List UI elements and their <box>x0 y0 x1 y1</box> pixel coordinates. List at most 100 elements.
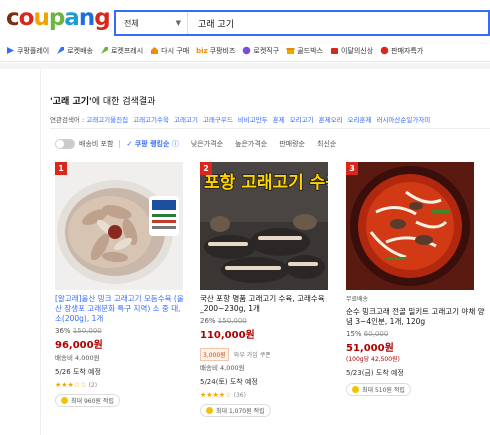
biz-icon: biz <box>196 46 208 55</box>
search-input[interactable]: 고래 고기 <box>188 17 234 30</box>
logo-letter: u <box>33 5 49 31</box>
product-card[interactable]: 1 [알고래]울산 밍크 고래고기 모듬수육 (울산 장생포 고래문화 특구 지… <box>55 162 187 408</box>
original-price: 60,000 <box>363 330 389 338</box>
related-link[interactable]: 훈제 <box>273 116 285 124</box>
sidebar-divider <box>40 69 41 435</box>
arrival-date: 5/23(금) 도착 예정 <box>346 369 404 377</box>
menu-item-seller-deal[interactable]: 판매자특가 <box>380 46 423 56</box>
sale-price: 51,000원 <box>346 343 394 354</box>
coupon-badge[interactable]: 3,000원 <box>200 348 229 361</box>
reward-badge: 최대 1,070원 적립 <box>200 404 271 417</box>
star-icons: ★★★★☆ <box>200 391 232 399</box>
divider <box>50 128 490 129</box>
related-searches: 연관검색어 : 고래고기울진집 고래고기수육 고래고기 고래구우드 비비고만두 훈제 오리고… <box>50 114 435 124</box>
menu-label: 골드박스 <box>297 46 323 55</box>
original-price: 150,000 <box>72 327 102 335</box>
sort-sales[interactable]: 판매량순 <box>279 139 305 149</box>
search-bar: 전체 ▼ 고래 고기 <box>114 10 490 36</box>
menu-item-global[interactable]: 로켓직구 <box>242 46 279 56</box>
menu-item-goldbox[interactable]: 골드박스 <box>286 46 323 56</box>
reward-label: 최대 1,070원 적립 <box>216 408 265 415</box>
product-title[interactable]: [알고래]울산 밍크 고래고기 모듬수육 (울산 장생포 고래문화 특구 지역)… <box>55 294 187 324</box>
coupang-logo[interactable]: coupang <box>6 5 111 31</box>
menu-label: 이달의신상 <box>340 46 374 55</box>
logo-letter: o <box>18 5 35 31</box>
menu-item-coupang-play[interactable]: 쿠팡플레이 <box>6 46 49 56</box>
whale-meat-plate-image <box>55 162 183 290</box>
results-query: '고래 고기' <box>50 97 92 107</box>
reward-label: 최대 960원 적립 <box>71 398 114 405</box>
logo-letter: a <box>64 5 80 31</box>
coupon-row: 3,000원 와우 가입 쿠폰 <box>200 342 332 361</box>
related-link[interactable]: 오리고기 <box>290 116 314 124</box>
shipping-fee: 배송비 4,000원 <box>200 364 245 372</box>
menu-item-new[interactable]: 이달의신상 <box>330 46 373 56</box>
logo-letter: p <box>48 5 66 31</box>
coin-icon <box>352 386 359 393</box>
related-link[interactable]: 러시아산순일가자미 <box>376 116 430 124</box>
results-title-rest: 에 대한 검색결과 <box>91 97 156 107</box>
menu-item-biz[interactable]: biz 쿠팡비즈 <box>196 46 235 56</box>
play-icon <box>7 47 14 54</box>
image-overlay-text: 포항 고래고기 수육 <box>204 172 328 193</box>
divider <box>119 140 121 148</box>
related-link[interactable]: 고래고기 <box>174 116 198 124</box>
related-link[interactable]: 고래고기수육 <box>133 116 169 124</box>
menu-item-rebuy[interactable]: 다시 구매 <box>150 46 189 56</box>
rating: ★★★★☆ (36) <box>200 391 332 399</box>
sort-ranking[interactable]: ✓ 쿠팡 랭킹순 ⓘ <box>126 139 178 149</box>
rocket-fresh-icon <box>100 47 108 54</box>
related-link[interactable]: 오리훈제 <box>348 116 372 124</box>
menu-label: 로켓직구 <box>253 46 280 55</box>
rating-count: (2) <box>88 382 98 389</box>
discount-rate: 15% <box>346 330 362 338</box>
rank-badge: 3 <box>346 162 358 175</box>
sale-price: 96,000원 <box>55 340 103 351</box>
discount-rate: 36% <box>55 327 71 335</box>
discount-row: 26% 150,000 <box>200 317 332 325</box>
search-category-select[interactable]: 전체 ▼ <box>116 12 188 34</box>
info-icon: ⓘ <box>171 140 179 148</box>
whale-hotpot-image <box>346 162 474 290</box>
logo-letter: c <box>6 5 20 31</box>
shipping-fee: 배송비 4,000원 <box>55 354 100 362</box>
sort-high-price[interactable]: 높은가격순 <box>235 139 267 149</box>
sale-price: 110,000원 <box>200 330 255 341</box>
discount-rate: 26% <box>200 317 216 325</box>
menu-label: 쿠팡비즈 <box>209 46 236 55</box>
menu-item-rocket[interactable]: 로켓배송 <box>56 46 93 56</box>
related-link[interactable]: 비비고만두 <box>238 116 268 124</box>
rating: ★★★☆☆ (2) <box>55 381 187 389</box>
product-title[interactable]: 순수 밍크고래 전골 밀키트 고래고기 야채 양념 3~4인분, 1개, 120… <box>346 307 486 327</box>
product-image[interactable]: 1 <box>55 162 183 290</box>
bag-icon <box>330 48 338 54</box>
category-menu: 쿠팡플레이 로켓배송 로켓프레시 다시 구매 biz 쿠팡비즈 로켓직구 골드박스… <box>0 40 490 62</box>
discount-row: 36% 150,000 <box>55 327 187 335</box>
related-link[interactable]: 고래고기울진집 <box>86 116 128 124</box>
related-link[interactable]: 고래구우드 <box>203 116 233 124</box>
globe-icon <box>243 46 251 55</box>
product-image[interactable]: 포항 고래고기 수육 2 <box>200 162 328 290</box>
sort-ranking-label: 쿠팡 랭킹순 <box>134 140 170 148</box>
menu-label: 쿠팡플레이 <box>17 46 50 55</box>
rating-count: (36) <box>233 392 246 399</box>
menu-label: 다시 구매 <box>161 46 190 55</box>
product-card[interactable]: 포항 고래고기 수육 2 국산 포항 명품 고래고기 수육, 고래수육_200~… <box>200 162 332 418</box>
sort-low-price[interactable]: 낮은가격순 <box>191 139 223 149</box>
menu-label: 로켓프레시 <box>110 46 144 55</box>
delivery-tag: 무료배송 <box>346 296 369 303</box>
shipping-toggle[interactable] <box>55 139 75 149</box>
shipping-toggle-label: 배송비 포함 <box>79 140 114 148</box>
coupon-note: 와우 가입 쿠폰 <box>233 352 271 359</box>
product-card[interactable]: 3 무료배송 순수 밍크고래 전골 밀키트 고래고기 야채 양념 3~4인분, … <box>346 162 486 397</box>
menu-item-rocket-fresh[interactable]: 로켓프레시 <box>100 46 143 56</box>
chevron-down-icon: ▼ <box>175 19 181 27</box>
product-image[interactable]: 3 <box>346 162 474 290</box>
related-link[interactable]: 훈제오리 <box>319 116 343 124</box>
arrival-date: 5/24(토) 도착 예정 <box>200 378 258 386</box>
star-icons: ★★★☆☆ <box>55 381 87 389</box>
sort-newest[interactable]: 최신순 <box>317 139 336 149</box>
product-title[interactable]: 국산 포항 명품 고래고기 수육, 고래수육_200~230g, 1개 <box>200 294 332 314</box>
gift-box-icon <box>286 48 295 54</box>
coin-icon <box>206 407 213 414</box>
